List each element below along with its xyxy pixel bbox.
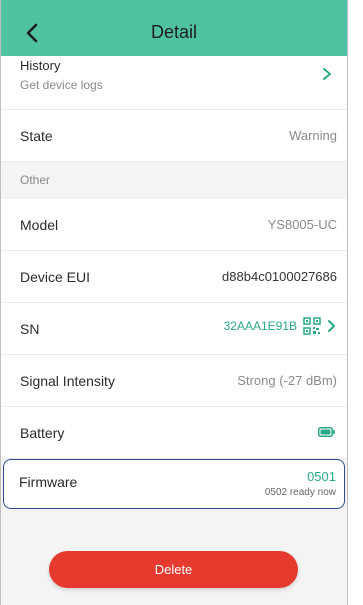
state-label: State: [20, 128, 53, 144]
state-row: State Warning: [1, 110, 347, 162]
model-label: Model: [20, 217, 59, 233]
section-header-other: Other: [1, 162, 347, 199]
chevron-right-icon[interactable]: [327, 319, 337, 333]
history-row[interactable]: History Get device logs: [1, 56, 347, 110]
history-sublabel: Get device logs: [20, 78, 103, 92]
qr-code-icon[interactable]: [303, 317, 321, 335]
signal-intensity-value: Strong (-27 dBm): [237, 373, 337, 388]
model-value: YS8005-UC: [267, 217, 337, 232]
sn-label: SN: [20, 321, 40, 337]
model-row: Model YS8005-UC: [1, 199, 347, 251]
signal-intensity-row: Signal Intensity Strong (-27 dBm): [1, 355, 347, 407]
firmware-update-note: 0502 ready now: [264, 487, 336, 498]
battery-full-icon: [318, 427, 335, 437]
page-title: Detail: [150, 22, 198, 42]
sn-value: 32AAA1E91B: [223, 319, 297, 333]
firmware-label: Firmware: [19, 474, 78, 490]
sn-value-group[interactable]: 32AAA1E91B: [224, 317, 337, 335]
signal-intensity-label: Signal Intensity: [20, 373, 115, 389]
detail-list: History Get device logs State Warning Ot…: [1, 56, 347, 509]
device-eui-label: Device EUI: [20, 269, 91, 285]
detail-screen: Detail History Get device logs State War…: [0, 0, 348, 605]
section-label: Other: [20, 173, 51, 187]
sn-row[interactable]: SN 32AAA1E91B: [1, 303, 347, 355]
firmware-version: 0501: [307, 469, 336, 484]
delete-button[interactable]: Delete: [49, 551, 298, 588]
battery-row: Battery: [1, 407, 347, 459]
battery-label: Battery: [20, 425, 65, 441]
firmware-row[interactable]: Firmware 0501 0502 ready now: [3, 459, 345, 509]
device-eui-value: d88b4c0100027686: [222, 269, 337, 284]
state-value: Warning: [289, 128, 337, 143]
device-eui-row: Device EUI d88b4c0100027686: [1, 251, 347, 303]
chevron-right-icon[interactable]: [321, 66, 333, 82]
history-label: History: [20, 58, 61, 73]
